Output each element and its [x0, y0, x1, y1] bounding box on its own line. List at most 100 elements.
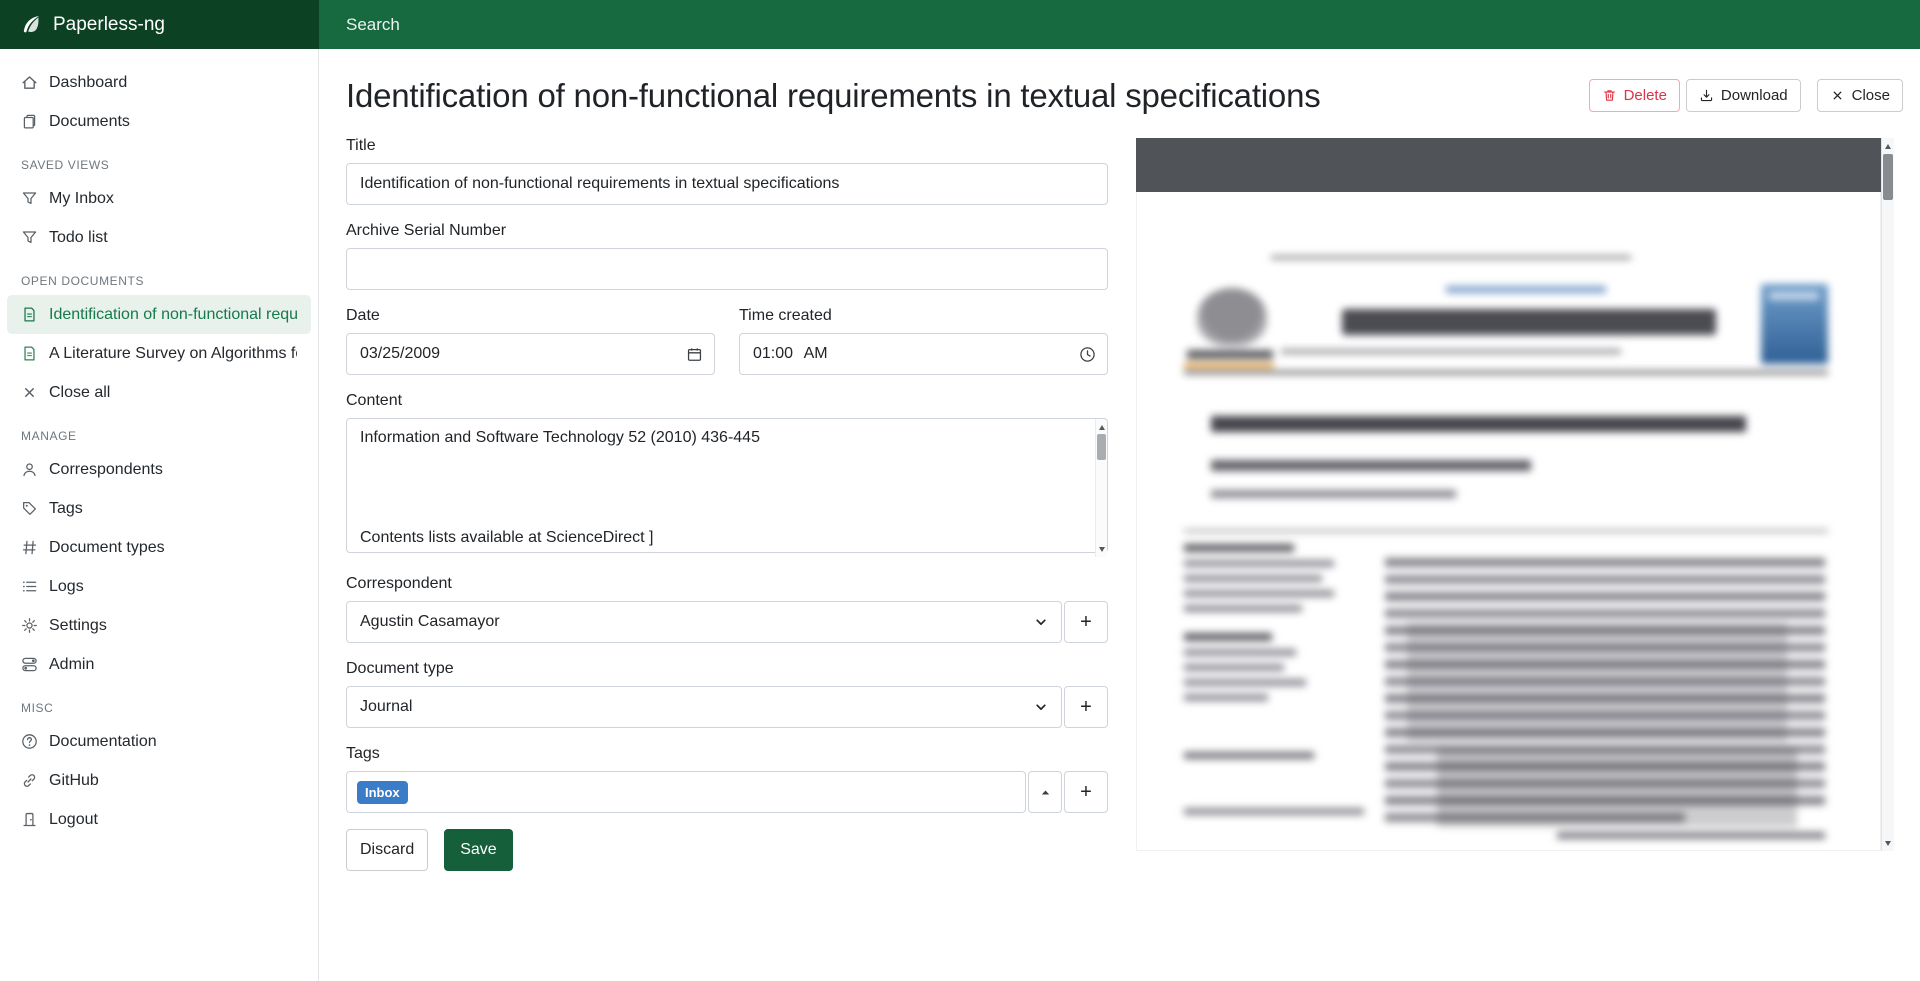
sidebar-item-label: My Inbox	[49, 188, 114, 209]
preview-scrollbar[interactable]	[1881, 138, 1894, 851]
delete-button-label: Delete	[1624, 87, 1667, 104]
delete-button[interactable]: Delete	[1589, 79, 1680, 112]
content-field-group: Content Information and Software Technol…	[346, 391, 1108, 558]
sidebar-item-documents[interactable]: Documents	[0, 102, 318, 141]
close-button-label: Close	[1852, 87, 1890, 104]
search-input[interactable]	[346, 15, 1290, 35]
asn-field-group: Archive Serial Number	[346, 221, 1108, 290]
sidebar-item-tags[interactable]: Tags	[0, 489, 318, 528]
sidebar-heading-misc: MISC	[0, 684, 318, 722]
correspondent-select[interactable]: Agustin Casamayor	[346, 601, 1062, 643]
scroll-up-arrow-icon[interactable]	[1882, 139, 1894, 153]
add-tag-button[interactable]: +	[1064, 771, 1108, 813]
sidebar-close-all[interactable]: Close all	[0, 373, 318, 412]
hash-icon	[21, 539, 38, 556]
sidebar-open-document-1[interactable]: Identification of non-functional require…	[7, 295, 311, 334]
toggles-icon	[21, 656, 38, 673]
document-type-field-group: Document type Journal +	[346, 659, 1108, 728]
plus-icon: +	[1080, 781, 1092, 804]
document-actions: Delete Download Close	[1589, 79, 1903, 112]
sidebar-item-logs[interactable]: Logs	[0, 567, 318, 606]
tags-label: Tags	[346, 744, 1108, 763]
caret-up-icon	[1039, 786, 1052, 799]
link-icon	[21, 772, 38, 789]
file-text-icon	[21, 306, 38, 323]
scroll-down-arrow-icon[interactable]	[1096, 542, 1108, 556]
document-edit-form: Title Archive Serial Number Date Time cr…	[346, 136, 1108, 871]
house-icon	[21, 74, 38, 91]
content-label: Content	[346, 391, 1108, 410]
blurred-document-content	[1137, 192, 1880, 850]
sidebar-item-label: Close all	[49, 382, 110, 403]
add-correspondent-button[interactable]: +	[1064, 601, 1108, 643]
app-brand[interactable]: Paperless-ng	[0, 0, 319, 49]
chevron-down-icon	[1033, 614, 1049, 630]
time-created-input[interactable]	[739, 333, 1108, 375]
time-created-label: Time created	[739, 306, 1108, 325]
sidebar-heading-open-documents: OPEN DOCUMENTS	[0, 257, 318, 295]
save-button[interactable]: Save	[444, 829, 512, 871]
sidebar-item-logout[interactable]: Logout	[0, 800, 318, 839]
sidebar-item-label: Tags	[49, 498, 83, 519]
preview-scrollbar-thumb[interactable]	[1883, 154, 1893, 200]
sidebar-item-correspondents[interactable]: Correspondents	[0, 450, 318, 489]
content-textarea[interactable]: Information and Software Technology 52 (…	[346, 418, 1108, 553]
download-icon	[1699, 88, 1714, 103]
archive-serial-number-input[interactable]	[346, 248, 1108, 290]
date-label: Date	[346, 306, 715, 325]
file-text-icon	[21, 345, 38, 362]
sidebar-item-label: Logout	[49, 809, 98, 830]
sidebar-item-github[interactable]: GitHub	[0, 761, 318, 800]
content-scrollbar-thumb[interactable]	[1097, 434, 1106, 460]
scroll-down-arrow-icon[interactable]	[1882, 836, 1894, 850]
archive-serial-number-label: Archive Serial Number	[346, 221, 1108, 240]
sidebar-item-label: Logs	[49, 576, 84, 597]
paperless-logo-icon	[21, 14, 42, 35]
title-label: Title	[346, 136, 1108, 155]
title-input[interactable]	[346, 163, 1108, 205]
sidebar-item-document-types[interactable]: Document types	[0, 528, 318, 567]
sidebar-item-dashboard[interactable]: Dashboard	[0, 63, 318, 102]
form-actions: Discard Save	[346, 829, 1108, 871]
date-field-group: Date	[346, 306, 715, 375]
x-icon	[1830, 88, 1845, 103]
date-time-row: Date Time created	[346, 306, 1108, 375]
tags-input[interactable]: Inbox	[346, 771, 1026, 813]
date-input[interactable]	[346, 333, 715, 375]
sidebar-open-document-2[interactable]: A Literature Survey on Algorithms for Mu…	[0, 334, 318, 373]
sidebar-item-label: Identification of non-functional require…	[49, 304, 297, 325]
sidebar-item-label: GitHub	[49, 770, 99, 791]
question-circle-icon	[21, 733, 38, 750]
content-scrollbar[interactable]	[1095, 419, 1107, 557]
close-button[interactable]: Close	[1817, 79, 1903, 112]
add-document-type-button[interactable]: +	[1064, 686, 1108, 728]
discard-button[interactable]: Discard	[346, 829, 428, 871]
sidebar-item-label: Document types	[49, 537, 165, 558]
scroll-up-arrow-icon[interactable]	[1096, 420, 1108, 434]
x-icon	[21, 384, 38, 401]
sidebar-item-label: Admin	[49, 654, 94, 675]
sidebar: Dashboard Documents SAVED VIEWS My Inbox…	[0, 49, 319, 981]
sidebar-item-settings[interactable]: Settings	[0, 606, 318, 645]
pdf-viewer-toolbar	[1136, 138, 1881, 192]
plus-icon: +	[1080, 696, 1092, 719]
sidebar-item-label: Documents	[49, 111, 130, 132]
sidebar-item-my-inbox[interactable]: My Inbox	[0, 179, 318, 218]
title-field-group: Title	[346, 136, 1108, 205]
sidebar-item-label: Documentation	[49, 731, 157, 752]
document-type-select[interactable]: Journal	[346, 686, 1062, 728]
door-icon	[21, 811, 38, 828]
tags-dropdown-toggle-button[interactable]	[1028, 771, 1062, 813]
download-button-label: Download	[1721, 87, 1788, 104]
sidebar-item-todo-list[interactable]: Todo list	[0, 218, 318, 257]
sidebar-item-documentation[interactable]: Documentation	[0, 722, 318, 761]
correspondent-value: Agustin Casamayor	[360, 613, 500, 631]
top-navbar: Paperless-ng	[0, 0, 1920, 49]
download-button[interactable]: Download	[1686, 79, 1801, 112]
sidebar-item-label: Todo list	[49, 227, 108, 248]
gear-icon	[21, 617, 38, 634]
sidebar-item-admin[interactable]: Admin	[0, 645, 318, 684]
plus-icon: +	[1080, 611, 1092, 634]
funnel-icon	[21, 229, 38, 246]
document-preview[interactable]	[1136, 138, 1894, 851]
